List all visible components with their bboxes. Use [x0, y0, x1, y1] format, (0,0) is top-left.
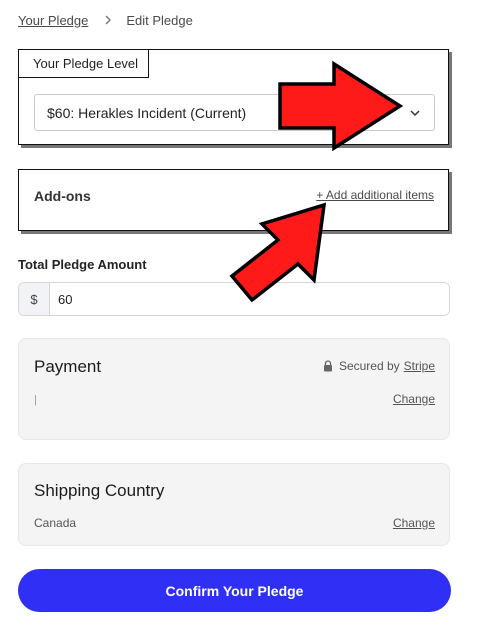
breadcrumb-current: Edit Pledge	[126, 12, 193, 28]
payment-method-detail: |	[34, 394, 37, 406]
confirm-pledge-button[interactable]: Confirm Your Pledge	[18, 569, 451, 612]
stripe-link[interactable]: Stripe	[404, 359, 435, 373]
payment-title: Payment	[34, 357, 102, 376]
pledge-amount-input[interactable]	[50, 283, 449, 315]
secured-by-text: Secured by	[338, 359, 400, 373]
shipping-card: Shipping Country Canada Change	[18, 463, 450, 546]
breadcrumb-your-pledge-link[interactable]: Your Pledge	[18, 13, 88, 28]
shipping-country-title: Shipping Country	[34, 481, 165, 500]
total-pledge-label: Total Pledge Amount	[18, 257, 147, 272]
addons-title: Add-ons	[34, 188, 91, 204]
addons-section: Add-ons + Add additional items	[18, 169, 449, 231]
currency-symbol: $	[19, 283, 50, 315]
breadcrumb: Your Pledge Edit Pledge	[18, 11, 193, 29]
secured-by-stripe: Secured by Stripe	[323, 359, 435, 373]
change-shipping-link[interactable]: Change	[393, 516, 435, 530]
pledge-level-section: Your Pledge Level $60: Herakles Incident…	[18, 49, 449, 145]
pledge-amount-field: $	[18, 282, 450, 316]
shipping-country-value: Canada	[34, 516, 77, 530]
chevron-down-icon	[410, 110, 420, 117]
add-additional-items-link[interactable]: + Add additional items	[316, 188, 434, 202]
chevron-right-icon	[105, 15, 112, 25]
pledge-level-select[interactable]: $60: Herakles Incident (Current)	[34, 94, 435, 131]
pledge-level-selected-value: $60: Herakles Incident (Current)	[47, 104, 247, 121]
change-payment-link[interactable]: Change	[393, 392, 435, 406]
lock-icon	[323, 360, 332, 372]
payment-card: Payment Secured by Stripe | Change	[18, 338, 450, 440]
pledge-level-label: Your Pledge Level	[18, 49, 149, 78]
